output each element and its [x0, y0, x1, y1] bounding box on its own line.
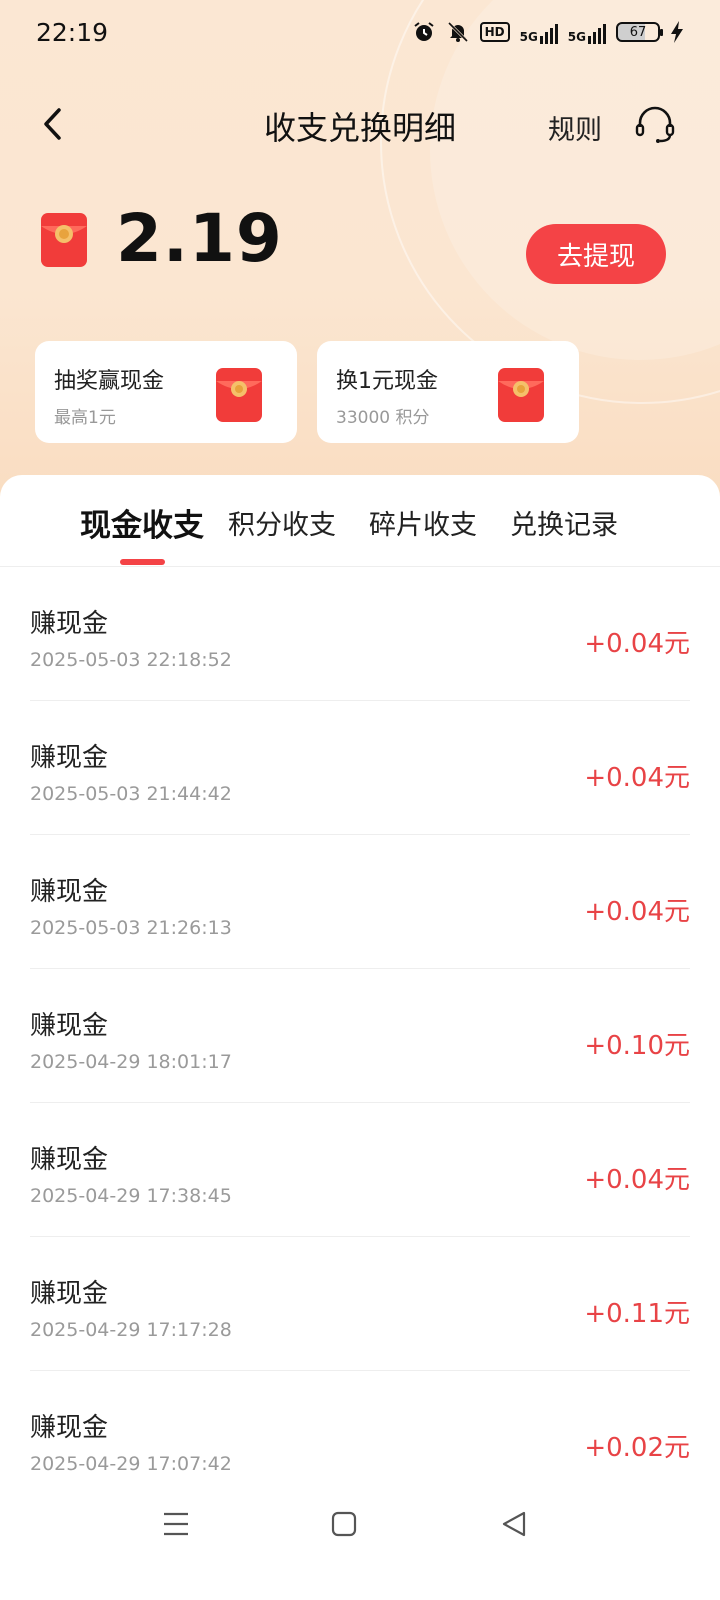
transaction-title: 赚现金 [30, 877, 109, 907]
transaction-title: 赚现金 [30, 1279, 109, 1309]
transaction-title: 赚现金 [30, 1145, 109, 1175]
withdraw-button[interactable]: 去提现 [526, 224, 666, 284]
signal-5g-icon: 5G [520, 20, 558, 44]
page-title: 收支兑换明细 [263, 109, 456, 147]
system-nav-bar [0, 1490, 720, 1560]
transaction-time: 2025-04-29 17:07:42 [30, 1453, 232, 1475]
tab-fragments[interactable]: 碎片收支 [369, 503, 477, 542]
network-label: 5G [567, 30, 586, 44]
network-label: 5G [519, 30, 538, 44]
status-bar: 22:19 HD 5G 5G 67 [0, 0, 720, 64]
chevron-left-icon [41, 107, 63, 145]
promo-title: 抽奖赢现金 [54, 369, 165, 394]
red-envelope-icon [497, 367, 545, 427]
menu-icon [162, 1511, 190, 1541]
tab-exchange-records[interactable]: 兑换记录 [510, 503, 618, 542]
hd-icon: HD [479, 22, 510, 42]
promo-title: 换1元现金 [336, 369, 438, 394]
promo-subtitle: 33000 积分 [336, 408, 430, 428]
status-time: 22:19 [36, 17, 109, 47]
signal-5g-icon: 5G [568, 20, 606, 44]
transaction-amount: +0.04元 [584, 629, 690, 659]
home-icon [330, 1510, 358, 1542]
tab-cash[interactable]: 现金收支 [80, 500, 204, 545]
triangle-back-icon [500, 1510, 528, 1542]
transaction-title: 赚现金 [30, 609, 109, 639]
status-icons: HD 5G 5G 67 [412, 20, 684, 44]
tab-bar: 现金收支 积分收支 碎片收支 兑换记录 [0, 475, 720, 567]
promo-subtitle: 最高1元 [54, 408, 116, 428]
transaction-time: 2025-04-29 17:17:28 [30, 1319, 232, 1341]
list-item[interactable]: 赚现金 2025-05-03 22:18:52 +0.04元 [30, 567, 690, 701]
red-envelope-icon [215, 367, 263, 427]
lottery-card[interactable]: 抽奖赢现金 最高1元 [35, 341, 297, 443]
detail-panel: 现金收支 积分收支 碎片收支 兑换记录 赚现金 2025-05-03 22:18… [0, 475, 720, 1600]
tab-points[interactable]: 积分收支 [228, 503, 336, 542]
headset-icon [634, 105, 676, 149]
transaction-amount: +0.10元 [584, 1031, 690, 1061]
tab-indicator [120, 559, 165, 565]
list-item[interactable]: 赚现金 2025-04-29 17:17:28 +0.11元 [30, 1237, 690, 1371]
back-nav-button[interactable] [494, 1506, 534, 1546]
transaction-time: 2025-04-29 17:38:45 [30, 1185, 232, 1207]
list-item[interactable]: 赚现金 2025-04-29 17:07:42 +0.02元 [30, 1371, 690, 1505]
transaction-title: 赚现金 [30, 1011, 109, 1041]
battery-icon: 67 [616, 22, 663, 42]
exchange-cash-card[interactable]: 换1元现金 33000 积分 [317, 341, 579, 443]
list-item[interactable]: 赚现金 2025-04-29 18:01:17 +0.10元 [30, 969, 690, 1103]
transaction-title: 赚现金 [30, 743, 109, 773]
transaction-amount: +0.11元 [584, 1299, 690, 1329]
transaction-amount: +0.04元 [584, 897, 690, 927]
transaction-title: 赚现金 [30, 1413, 109, 1443]
menu-button[interactable] [156, 1506, 196, 1546]
charging-icon [670, 20, 684, 44]
back-button[interactable] [30, 104, 74, 148]
transaction-amount: +0.04元 [584, 763, 690, 793]
support-button[interactable] [630, 102, 680, 152]
transaction-amount: +0.04元 [584, 1165, 690, 1195]
transaction-list: 赚现金 2025-05-03 22:18:52 +0.04元 赚现金 2025-… [0, 567, 720, 1505]
list-item[interactable]: 赚现金 2025-05-03 21:44:42 +0.04元 [30, 701, 690, 835]
list-item[interactable]: 赚现金 2025-05-03 21:26:13 +0.04元 [30, 835, 690, 969]
list-item[interactable]: 赚现金 2025-04-29 17:38:45 +0.04元 [30, 1103, 690, 1237]
red-envelope-icon [40, 212, 88, 272]
transaction-amount: +0.02元 [584, 1433, 690, 1463]
balance-amount: 2.19 [116, 200, 283, 277]
rules-link[interactable]: 规则 [548, 108, 602, 147]
home-button[interactable] [324, 1506, 364, 1546]
transaction-time: 2025-05-03 21:26:13 [30, 917, 232, 939]
transaction-time: 2025-05-03 21:44:42 [30, 783, 232, 805]
transaction-time: 2025-04-29 18:01:17 [30, 1051, 232, 1073]
header: 收支兑换明细 规则 [0, 90, 720, 162]
transaction-time: 2025-05-03 22:18:52 [30, 649, 232, 671]
alarm-icon [412, 20, 436, 44]
mute-icon [446, 20, 470, 44]
